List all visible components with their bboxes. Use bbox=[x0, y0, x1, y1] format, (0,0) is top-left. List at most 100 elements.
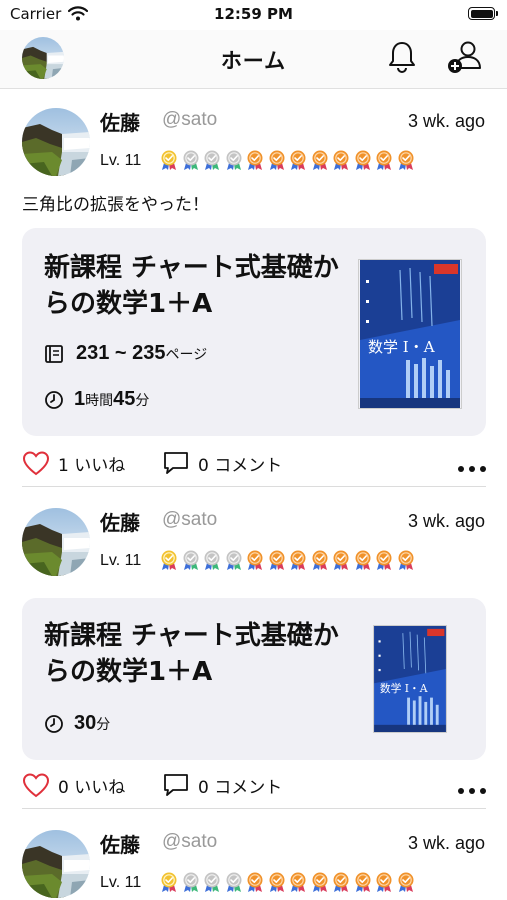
bronze-medal-icon bbox=[309, 149, 331, 171]
post-time: 3 wk. ago bbox=[407, 111, 485, 131]
bronze-medal-icon bbox=[287, 549, 309, 571]
book-title: 新課程 チャート式基礎からの数学1＋A bbox=[44, 621, 339, 687]
bronze-medal-icon bbox=[395, 149, 417, 171]
user-level: Lv. 11 bbox=[100, 874, 142, 891]
bronze-medal-icon bbox=[352, 549, 374, 571]
minutes-unit: 分 bbox=[135, 391, 150, 408]
post-actions: 1 いいね 0 コメント bbox=[0, 450, 507, 480]
heart-icon bbox=[22, 772, 50, 798]
bell-icon[interactable] bbox=[386, 40, 418, 78]
bronze-medal-icon bbox=[373, 549, 395, 571]
user-handle: @sato bbox=[162, 509, 218, 530]
bronze-medal-icon bbox=[330, 149, 352, 171]
page-unit: ページ bbox=[165, 345, 208, 362]
study-duration: 1 時間 45 分 bbox=[44, 388, 149, 411]
user-name[interactable]: 佐藤 bbox=[100, 507, 140, 536]
medal-row bbox=[158, 549, 416, 571]
user-avatar[interactable] bbox=[22, 508, 90, 576]
clock-icon bbox=[44, 390, 64, 410]
book-icon bbox=[44, 344, 66, 364]
bronze-medal-icon bbox=[287, 149, 309, 171]
silver-medal-icon bbox=[223, 871, 245, 893]
more-icon[interactable] bbox=[457, 780, 487, 799]
bronze-medal-icon bbox=[266, 149, 288, 171]
medal-row bbox=[158, 871, 416, 893]
post-time: 3 wk. ago bbox=[407, 833, 485, 853]
book-title: 新課程 チャート式基礎からの数学1＋A bbox=[44, 253, 339, 319]
like-button[interactable]: 0 いいね bbox=[22, 772, 125, 798]
post-card: 佐藤 @sato 3 wk. ago Lv. 11 三角比の拡張をやった！ 新課… bbox=[0, 88, 507, 488]
user-handle: @sato bbox=[162, 831, 218, 852]
duration-minutes: 45 bbox=[113, 388, 136, 410]
silver-medal-icon bbox=[223, 549, 245, 571]
bronze-medal-icon bbox=[244, 871, 266, 893]
post-divider bbox=[22, 808, 486, 809]
book-cover-image bbox=[374, 626, 446, 732]
post-divider bbox=[22, 486, 486, 487]
more-icon[interactable] bbox=[457, 458, 487, 477]
like-button[interactable]: 1 いいね bbox=[22, 450, 125, 476]
silver-medal-icon bbox=[223, 149, 245, 171]
silver-medal-icon bbox=[180, 871, 202, 893]
page-range: 231 ~ 235 ページ bbox=[44, 342, 207, 365]
clock-time: 12:59 PM bbox=[214, 5, 293, 23]
status-bar: Carrier 12:59 PM bbox=[0, 0, 507, 30]
bronze-medal-icon bbox=[266, 871, 288, 893]
silver-medal-icon bbox=[201, 549, 223, 571]
bronze-medal-icon bbox=[244, 149, 266, 171]
user-level: Lv. 11 bbox=[100, 152, 142, 169]
comment-count: 0 コメント bbox=[198, 777, 283, 798]
bronze-medal-icon bbox=[373, 149, 395, 171]
silver-medal-icon bbox=[201, 871, 223, 893]
book-cover-image bbox=[359, 260, 461, 408]
comment-count: 0 コメント bbox=[198, 455, 283, 476]
heart-icon bbox=[22, 450, 50, 476]
study-duration: 30 分 bbox=[44, 712, 110, 735]
user-name[interactable]: 佐藤 bbox=[100, 829, 140, 858]
clock-icon bbox=[44, 714, 64, 734]
comment-icon bbox=[162, 450, 190, 476]
page-range-value: 231 ~ 235 bbox=[76, 342, 166, 364]
bronze-medal-icon bbox=[309, 549, 331, 571]
user-avatar[interactable] bbox=[22, 108, 90, 176]
comment-icon bbox=[162, 772, 190, 798]
user-name[interactable]: 佐藤 bbox=[100, 107, 140, 136]
hours-unit: 時間 bbox=[85, 391, 114, 408]
like-count: 1 いいね bbox=[58, 455, 126, 476]
post-card: 佐藤 @sato 3 wk. ago Lv. 11 bbox=[0, 810, 507, 900]
post-time: 3 wk. ago bbox=[407, 511, 485, 531]
user-handle: @sato bbox=[162, 109, 218, 130]
post-actions: 0 いいね 0 コメント bbox=[0, 772, 507, 802]
post-caption: 三角比の拡張をやった！ bbox=[22, 195, 209, 215]
silver-medal-icon bbox=[201, 149, 223, 171]
gold-medal-icon bbox=[158, 549, 180, 571]
bronze-medal-icon bbox=[352, 149, 374, 171]
bronze-medal-icon bbox=[395, 871, 417, 893]
duration-hours: 1 bbox=[74, 388, 86, 410]
like-count: 0 いいね bbox=[58, 777, 126, 798]
gold-medal-icon bbox=[158, 149, 180, 171]
bronze-medal-icon bbox=[352, 871, 374, 893]
navigation-bar: ホーム bbox=[0, 30, 507, 89]
bronze-medal-icon bbox=[395, 549, 417, 571]
minutes-unit: 分 bbox=[96, 715, 111, 732]
comment-button[interactable]: 0 コメント bbox=[162, 772, 282, 798]
bronze-medal-icon bbox=[330, 871, 352, 893]
silver-medal-icon bbox=[180, 149, 202, 171]
silver-medal-icon bbox=[180, 549, 202, 571]
bronze-medal-icon bbox=[244, 549, 266, 571]
add-user-icon[interactable] bbox=[446, 40, 486, 78]
post-card: 佐藤 @sato 3 wk. ago Lv. 11 新課程 チャート式基礎からの… bbox=[0, 488, 507, 810]
duration-minutes: 30 bbox=[74, 712, 97, 734]
comment-button[interactable]: 0 コメント bbox=[162, 450, 282, 476]
bronze-medal-icon bbox=[373, 871, 395, 893]
study-record-card[interactable]: 新課程 チャート式基礎からの数学1＋A 30 分 bbox=[22, 598, 486, 760]
bronze-medal-icon bbox=[287, 871, 309, 893]
bronze-medal-icon bbox=[266, 549, 288, 571]
user-level: Lv. 11 bbox=[100, 552, 142, 569]
bronze-medal-icon bbox=[309, 871, 331, 893]
medal-row bbox=[158, 149, 416, 171]
study-record-card[interactable]: 新課程 チャート式基礎からの数学1＋A 231 ~ 235 ページ 1 時間 4… bbox=[22, 228, 486, 436]
bronze-medal-icon bbox=[330, 549, 352, 571]
user-avatar[interactable] bbox=[22, 830, 90, 898]
